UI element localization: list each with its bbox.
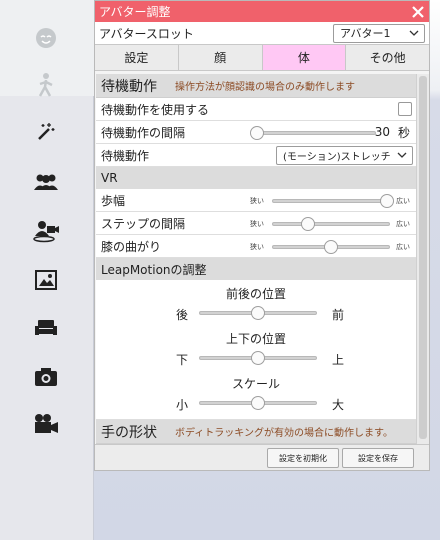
walking-figure-icon[interactable] — [27, 66, 65, 104]
avatar-slot-label: アバタースロット — [99, 26, 194, 41]
avatar-slot-select[interactable]: アバター1 — [333, 23, 425, 43]
idle-motion-value: (モーション)ストレッチ — [283, 152, 391, 163]
idle-interval-row: 待機動作の間隔 30 秒 — [96, 121, 416, 144]
leap-fb-max: 前 — [332, 308, 345, 322]
chevron-down-icon — [397, 152, 407, 158]
vr-section-header: VR — [96, 167, 416, 189]
vr-step-max: 広い — [396, 220, 410, 228]
tab-body[interactable]: 体 — [262, 45, 347, 70]
vr-stride-row: 歩幅 狭い 広い — [96, 189, 416, 212]
vr-section-title: VR — [101, 171, 118, 185]
vr-knee-label: 膝の曲がり — [101, 239, 162, 254]
close-icon[interactable] — [407, 1, 429, 22]
tab-label: 顔 — [214, 51, 227, 65]
tab-label: その他 — [369, 51, 406, 65]
tab-other[interactable]: その他 — [346, 45, 429, 70]
leap-scale-min: 小 — [176, 398, 189, 412]
leap-fb-title: 前後の位置 — [225, 287, 286, 301]
vr-stride-label: 歩幅 — [101, 193, 126, 208]
hand-section-title: 手の形状 — [101, 424, 157, 441]
tab-label: 体 — [297, 51, 310, 65]
camera-icon[interactable] — [27, 358, 65, 396]
leap-fb-knob[interactable] — [251, 306, 265, 320]
face-icon[interactable] — [27, 19, 65, 57]
leap-ud-title: 上下の位置 — [225, 332, 286, 346]
leap-scale-slider[interactable] — [199, 396, 317, 410]
vr-knee-max: 広い — [396, 243, 410, 251]
hand-section-header: 手の形状 ボディトラッキングが有効の場合に動作します。 — [96, 420, 416, 444]
vr-knee-min: 狭い — [250, 243, 264, 251]
vr-stride-knob[interactable] — [379, 194, 394, 208]
image-icon[interactable] — [27, 261, 65, 299]
vr-knee-slider[interactable] — [272, 240, 390, 254]
magic-wand-icon[interactable] — [27, 113, 65, 151]
vr-step-knob[interactable] — [300, 217, 315, 231]
idle-interval-slider[interactable] — [250, 126, 376, 140]
title-bar: アバター調整 — [95, 1, 429, 22]
vr-step-label: ステップの間隔 — [101, 216, 186, 231]
vertical-scrollbar[interactable] — [416, 74, 429, 445]
avatar-slot-row: アバタースロット アバター1 — [95, 22, 429, 45]
vr-knee-knob[interactable] — [324, 240, 338, 254]
group-icon[interactable] — [27, 163, 65, 201]
video-camera-icon[interactable] — [27, 405, 65, 443]
leap-fb-min: 後 — [176, 308, 189, 322]
vr-step-min: 狭い — [250, 220, 264, 228]
tab-bar: 設定 顔 体 その他 — [95, 45, 429, 71]
vr-stride-min: 狭い — [250, 197, 264, 205]
sofa-icon[interactable] — [27, 309, 65, 347]
idle-motion-select[interactable]: (モーション)ストレッチ — [276, 146, 413, 165]
vr-step-slider[interactable] — [272, 217, 390, 231]
leap-scale-title: スケール — [231, 377, 280, 391]
leap-adjust-block: 前後の位置 後 前 上下の位置 下 上 スケール 小 大 — [96, 280, 416, 420]
idle-section-title: 待機動作 — [101, 78, 157, 95]
idle-section-header: 待機動作 操作方法が顔認識の場合のみ動作します — [96, 74, 416, 98]
leap-ud-max: 上 — [332, 353, 345, 367]
idle-motion-label: 待機動作 — [101, 148, 150, 163]
idle-interval-unit: 秒 — [397, 125, 410, 140]
sidebar — [0, 0, 94, 540]
idle-use-checkbox[interactable] — [398, 102, 412, 116]
leap-ud-slider[interactable] — [199, 351, 317, 365]
vr-knee-row: 膝の曲がり 狭い 広い — [96, 235, 416, 258]
settings-scroll-area: 待機動作 操作方法が顔認識の場合のみ動作します 待機動作を使用する 待機動作の間… — [96, 74, 416, 445]
video-person-icon[interactable] — [27, 212, 65, 250]
tab-settings[interactable]: 設定 — [95, 45, 179, 70]
leap-scale-max: 大 — [332, 398, 345, 412]
idle-interval-knob[interactable] — [250, 126, 264, 140]
vr-stride-max: 広い — [396, 197, 410, 205]
avatar-adjust-window: アバター調整 アバタースロット アバター1 設定 顔 体 その他 待機動作 操作… — [94, 0, 430, 471]
leap-ud-min: 下 — [176, 353, 189, 367]
idle-motion-row: 待機動作 (モーション)ストレッチ — [96, 144, 416, 167]
chevron-down-icon — [409, 30, 419, 36]
hand-section-note: ボディトラッキングが有効の場合に動作します。 — [175, 428, 393, 439]
idle-interval-value: 30 — [374, 125, 390, 139]
idle-use-label: 待機動作を使用する — [101, 102, 210, 117]
vr-stride-slider[interactable] — [272, 194, 394, 208]
leap-section-header: LeapMotionの調整 — [96, 258, 416, 280]
tab-label: 設定 — [124, 51, 149, 65]
tab-face[interactable]: 顔 — [178, 45, 263, 70]
leap-scale-knob[interactable] — [251, 396, 265, 410]
reset-settings-button[interactable]: 設定を初期化 — [267, 448, 339, 468]
window-title: アバター調整 — [99, 5, 171, 19]
vr-step-row: ステップの間隔 狭い 広い — [96, 212, 416, 235]
save-settings-button[interactable]: 設定を保存 — [342, 448, 414, 468]
bottom-button-bar: 設定を初期化 設定を保存 — [95, 444, 429, 470]
avatar-slot-value: アバター1 — [340, 27, 391, 40]
idle-interval-label: 待機動作の間隔 — [101, 125, 186, 140]
leap-fb-slider[interactable] — [199, 306, 317, 320]
leap-section-title: LeapMotionの調整 — [101, 262, 207, 277]
leap-ud-knob[interactable] — [251, 351, 265, 365]
scrollbar-thumb[interactable] — [419, 76, 427, 439]
idle-section-note: 操作方法が顔認識の場合のみ動作します — [175, 82, 355, 93]
idle-use-row: 待機動作を使用する — [96, 98, 416, 121]
